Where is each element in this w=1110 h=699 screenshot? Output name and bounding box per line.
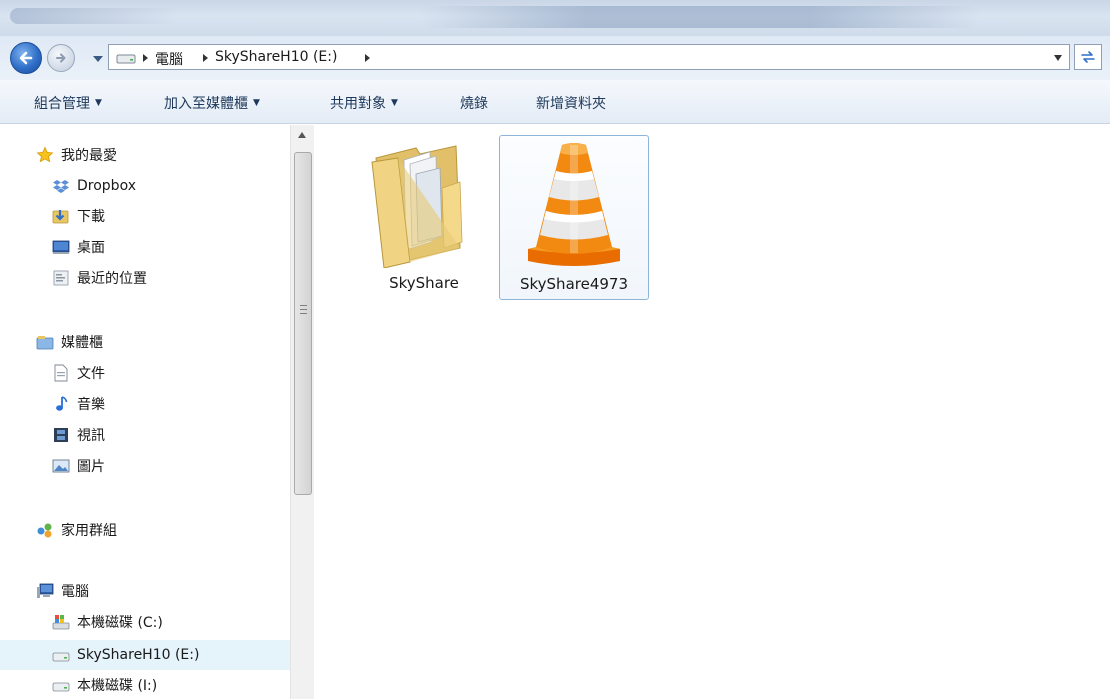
recent-places-icon [53, 270, 69, 286]
nav-item-label: 桌面 [77, 240, 105, 256]
nav-computer[interactable]: 電腦 [36, 578, 89, 604]
nav-item-label: 音樂 [77, 397, 105, 413]
address-bar[interactable]: 電腦 SkyShareH10 (E:) [108, 44, 1070, 70]
navigation-pane: 我的最愛 Dropbox 下載 桌面 最近的位置 媒體櫃 文件 音樂 視訊 圖片… [0, 125, 296, 699]
file-item-skyshare4973[interactable]: SkyShare4973 [499, 135, 649, 300]
organize-label: 組合管理 [34, 96, 90, 112]
scroll-up-arrow-icon[interactable] [297, 131, 307, 139]
nav-libraries-label: 媒體櫃 [61, 335, 103, 351]
address-dropdown-icon[interactable] [1053, 54, 1063, 62]
back-button[interactable] [10, 42, 42, 74]
navigation-pane-scrollbar[interactable] [290, 125, 314, 699]
file-item-skyshare-folder[interactable]: SkyShare [349, 135, 499, 300]
system-drive-icon [52, 615, 70, 630]
scrollbar-thumb[interactable] [294, 152, 312, 495]
breadcrumb-drive[interactable]: SkyShareH10 (E:) [215, 49, 337, 65]
nav-homegroup-label: 家用群組 [61, 523, 117, 539]
share-with-label: 共用對象 [330, 96, 386, 112]
add-to-library-menu-button[interactable]: 加入至媒體櫃 ▼ [164, 93, 260, 113]
nav-item-drive-c[interactable]: 本機磁碟 (C:) [52, 609, 163, 635]
nav-item-label: 下載 [77, 209, 105, 225]
burn-button[interactable]: 燒錄 [460, 93, 488, 113]
chevron-down-icon: ▼ [253, 98, 260, 108]
breadcrumb-separator-icon[interactable] [363, 53, 371, 63]
vlc-cone-icon [504, 136, 644, 271]
new-folder-button[interactable]: 新增資料夾 [536, 93, 606, 113]
refresh-button[interactable] [1074, 44, 1102, 70]
file-name-label: SkyShare [389, 274, 459, 292]
nav-item-drive-i[interactable]: 本機磁碟 (I:) [52, 672, 157, 698]
recent-pages-dropdown-icon[interactable] [92, 54, 104, 64]
nav-favorites-label: 我的最愛 [61, 148, 117, 164]
nav-item-label: SkyShareH10 (E:) [77, 647, 200, 663]
folder-icon [354, 135, 494, 270]
file-name-label: SkyShare4973 [519, 275, 628, 293]
window-title-bar [0, 0, 1110, 36]
forward-arrow-icon [56, 53, 66, 63]
removable-drive-icon [52, 652, 70, 662]
forward-button[interactable] [47, 44, 75, 72]
file-list-pane: SkyShare SkyShare4973 [315, 125, 1110, 699]
title-bar-text-blur [420, 6, 980, 28]
libraries-icon [36, 336, 54, 350]
add-to-library-label: 加入至媒體櫃 [164, 96, 248, 112]
breadcrumb-separator-icon[interactable] [201, 53, 209, 63]
breadcrumb-separator-icon[interactable] [141, 53, 149, 63]
chevron-down-icon: ▼ [391, 98, 398, 108]
nav-homegroup[interactable]: 家用群組 [36, 517, 117, 543]
burn-label: 燒錄 [460, 96, 488, 112]
picture-icon [52, 459, 70, 473]
film-icon [54, 428, 68, 442]
share-with-menu-button[interactable]: 共用對象 ▼ [330, 93, 398, 113]
new-folder-label: 新增資料夾 [536, 96, 606, 112]
nav-item-label: 最近的位置 [77, 271, 147, 287]
desktop-icon [52, 240, 70, 254]
back-arrow-icon [19, 51, 33, 65]
organize-menu-button[interactable]: 組合管理 ▼ [34, 93, 102, 113]
nav-item-label: 文件 [77, 366, 105, 382]
nav-item-dropbox[interactable]: Dropbox [52, 173, 136, 199]
nav-computer-label: 電腦 [61, 584, 89, 600]
nav-item-documents[interactable]: 文件 [52, 360, 105, 386]
star-icon [36, 146, 54, 163]
breadcrumb-computer[interactable]: 電腦 [155, 49, 183, 69]
nav-item-label: 圖片 [77, 459, 105, 475]
music-note-icon [56, 396, 68, 411]
refresh-icon [1081, 51, 1095, 63]
nav-item-pictures[interactable]: 圖片 [52, 453, 105, 479]
nav-item-drive-e[interactable]: SkyShareH10 (E:) [0, 640, 290, 670]
nav-item-desktop[interactable]: 桌面 [52, 234, 105, 260]
downloads-folder-icon [52, 210, 69, 224]
title-bar-controls-blur [10, 8, 180, 24]
dropbox-icon [53, 180, 69, 193]
nav-item-label: 視訊 [77, 428, 105, 444]
nav-item-music[interactable]: 音樂 [52, 391, 105, 417]
command-toolbar: 組合管理 ▼ 加入至媒體櫃 ▼ 共用對象 ▼ 燒錄 新增資料夾 [0, 80, 1110, 124]
computer-icon [37, 583, 54, 598]
nav-item-recent-places[interactable]: 最近的位置 [52, 265, 147, 291]
drive-icon [116, 54, 136, 64]
nav-item-label: 本機磁碟 (C:) [77, 615, 163, 631]
nav-item-label: 本機磁碟 (I:) [77, 678, 158, 694]
document-icon [54, 364, 68, 382]
scrollbar-grip-icon [300, 305, 307, 314]
nav-item-label: Dropbox [77, 178, 136, 194]
nav-libraries[interactable]: 媒體櫃 [36, 329, 103, 355]
nav-item-videos[interactable]: 視訊 [52, 422, 105, 448]
chevron-down-icon: ▼ [95, 98, 102, 108]
drive-icon [52, 682, 70, 692]
nav-favorites[interactable]: 我的最愛 [36, 142, 117, 168]
homegroup-icon [37, 523, 52, 538]
nav-item-downloads[interactable]: 下載 [52, 203, 105, 229]
